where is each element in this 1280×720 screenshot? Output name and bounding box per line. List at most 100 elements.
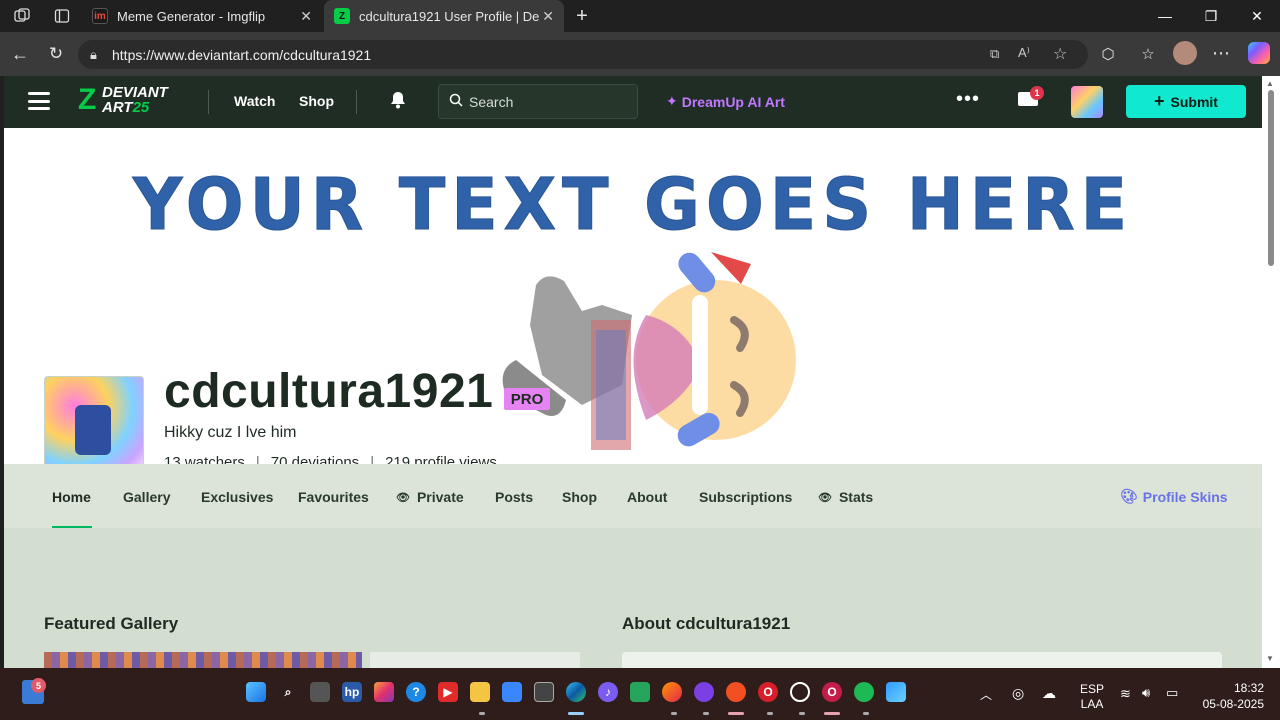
help-icon[interactable]: ? xyxy=(406,682,426,702)
store-icon[interactable] xyxy=(502,682,522,702)
cloud-offline-icon[interactable]: ☁ xyxy=(1042,685,1056,702)
scroll-down-icon[interactable]: ▼ xyxy=(1266,654,1274,663)
new-tab-icon[interactable]: + xyxy=(572,5,592,27)
tab-about[interactable]: About xyxy=(627,489,667,505)
deviantart-icon: Z xyxy=(334,8,350,24)
featured-artwork-thumbnail[interactable] xyxy=(44,652,362,668)
copilot-icon[interactable] xyxy=(1248,42,1270,64)
itunes-icon[interactable]: ♪ xyxy=(598,682,618,702)
page-scrollbar[interactable]: ▲ ▼ xyxy=(1262,76,1280,668)
active-tab-indicator xyxy=(52,526,92,528)
plus-icon: + xyxy=(1154,91,1165,111)
nav-watch[interactable]: Watch xyxy=(234,93,275,109)
tab-posts[interactable]: Posts xyxy=(495,489,533,505)
wifi-icon[interactable]: ≋ xyxy=(1120,686,1131,702)
tab-favourites[interactable]: Favourites xyxy=(298,489,369,505)
tab-subscriptions[interactable]: Subscriptions xyxy=(699,489,792,505)
workspaces-icon[interactable] xyxy=(12,7,32,25)
tab-exclusives[interactable]: Exclusives xyxy=(201,489,273,505)
language-code: ESP xyxy=(1080,682,1105,696)
featured-artwork-thumbnail[interactable] xyxy=(370,652,580,668)
sparkle-icon: ✦ xyxy=(666,93,678,109)
app-icon[interactable] xyxy=(726,682,746,702)
firefox-icon[interactable] xyxy=(662,682,682,702)
file-explorer-icon[interactable] xyxy=(470,682,490,702)
tab-private-label: Private xyxy=(416,489,464,505)
open-in-app-icon[interactable]: ⧉ xyxy=(990,46,999,62)
deviantart-header: Z DEVIANT ART25 Watch Shop Search ✦ Drea… xyxy=(4,76,1262,128)
scrollbar-thumb[interactable] xyxy=(1268,90,1274,266)
tor-icon[interactable] xyxy=(694,682,714,702)
chat-icon[interactable] xyxy=(630,682,650,702)
close-tab-icon[interactable]: ✕ xyxy=(300,8,312,25)
photos-icon[interactable] xyxy=(886,682,906,702)
favorite-star-icon[interactable]: ☆ xyxy=(1053,44,1067,64)
banner-text: YOUR TEXT GOES HERE xyxy=(132,163,1134,247)
clock-date: 05-08-2025 xyxy=(1202,697,1264,711)
maximize-icon[interactable]: ❐ xyxy=(1188,0,1234,32)
spotify-icon[interactable] xyxy=(854,682,874,702)
system-clock[interactable]: 18:32 05-08-2025 xyxy=(1198,680,1264,712)
tab-stats[interactable]: 👁︎ Stats xyxy=(818,489,873,505)
calculator-icon[interactable] xyxy=(534,682,554,702)
back-icon[interactable]: ← xyxy=(10,44,30,64)
scroll-up-icon[interactable]: ▲ xyxy=(1266,79,1274,88)
vertical-tabs-icon[interactable] xyxy=(52,7,72,25)
read-aloud-icon[interactable]: A⁾ xyxy=(1018,45,1030,61)
more-options-icon[interactable]: ••• xyxy=(956,88,980,111)
edge-icon[interactable] xyxy=(566,682,586,702)
tab-shop[interactable]: Shop xyxy=(562,489,597,505)
profile-skins-button[interactable]: 🎨︎ Profile Skins xyxy=(1120,488,1228,505)
about-card xyxy=(622,652,1222,668)
tab-imgflip[interactable]: im Meme Generator - Imgflip ✕ xyxy=(84,0,322,32)
tray-chevron-icon[interactable]: ︿ xyxy=(980,686,992,703)
dreamup-link[interactable]: ✦ DreamUp AI Art xyxy=(666,93,785,110)
opera-icon[interactable]: O xyxy=(758,682,778,702)
profile-avatar[interactable] xyxy=(1173,41,1197,65)
opera-gx-icon[interactable]: O xyxy=(822,682,842,702)
search-input[interactable]: Search xyxy=(438,84,638,119)
refresh-icon[interactable]: ↻ xyxy=(46,44,66,64)
close-tab-icon[interactable]: ✕ xyxy=(542,8,554,25)
profile-avatar-image[interactable] xyxy=(44,376,144,464)
more-menu-icon[interactable]: ⋯ xyxy=(1210,42,1232,64)
minimize-icon[interactable]: — xyxy=(1142,0,1188,32)
user-avatar[interactable] xyxy=(1071,86,1103,118)
favorites-icon[interactable]: ☆ xyxy=(1138,44,1158,64)
input-language[interactable]: ESP LAA xyxy=(1080,682,1104,712)
url-text: https://www.deviantart.com/cdcultura1921 xyxy=(112,46,372,63)
bell-icon[interactable] xyxy=(388,90,408,115)
site-info-icon[interactable]: 🔒︎ xyxy=(90,47,97,63)
tray-app-icon[interactable]: ◎ xyxy=(1012,685,1024,702)
youtube-icon[interactable]: ▶ xyxy=(438,682,458,702)
tab-private[interactable]: 👁︎ Private xyxy=(396,489,464,505)
tab-deviantart[interactable]: Z cdcultura1921 User Profile | Devia ✕ xyxy=(324,0,564,32)
task-view-icon[interactable] xyxy=(310,682,330,702)
stat-separator: | xyxy=(370,454,375,464)
deviantart-logo[interactable]: Z DEVIANT ART25 xyxy=(78,85,168,116)
clock-time: 18:32 xyxy=(1233,681,1264,695)
profile-tagline: Hikky cuz I lve him xyxy=(164,424,297,441)
windows-start-icon[interactable] xyxy=(246,682,266,702)
submit-button[interactable]: + Submit xyxy=(1126,85,1246,118)
nav-shop[interactable]: Shop xyxy=(299,93,334,109)
menu-icon[interactable] xyxy=(28,92,50,110)
imgflip-icon: im xyxy=(92,8,108,24)
windows-taskbar: 5 ⌕ hp ? ▶ ♪ O O ︿ ◎ ☁ ESP LAA ≋ 🔊︎ ▭ xyxy=(0,668,1280,720)
threads-icon[interactable] xyxy=(790,682,810,702)
hp-icon[interactable]: hp xyxy=(342,682,362,702)
window-close-icon[interactable]: ✕ xyxy=(1234,0,1280,32)
url-field[interactable]: 🔒︎ https://www.deviantart.com/cdcultura1… xyxy=(78,40,1088,69)
instagram-icon[interactable] xyxy=(374,682,394,702)
volume-icon[interactable]: 🔊︎ xyxy=(1142,685,1150,701)
tab-gallery[interactable]: Gallery xyxy=(123,489,170,505)
watchers-count[interactable]: 13 watchers xyxy=(164,454,245,464)
deviantart-mascot-illustration xyxy=(502,252,796,450)
pro-badge[interactable]: PRO xyxy=(504,388,550,410)
deviations-count[interactable]: 70 deviations xyxy=(271,454,359,464)
search-icon xyxy=(449,93,463,110)
search-icon[interactable]: ⌕ xyxy=(278,682,298,702)
extensions-icon[interactable]: ⬡ xyxy=(1098,44,1118,64)
tab-home[interactable]: Home xyxy=(52,489,91,505)
battery-icon[interactable]: ▭ xyxy=(1166,685,1178,701)
